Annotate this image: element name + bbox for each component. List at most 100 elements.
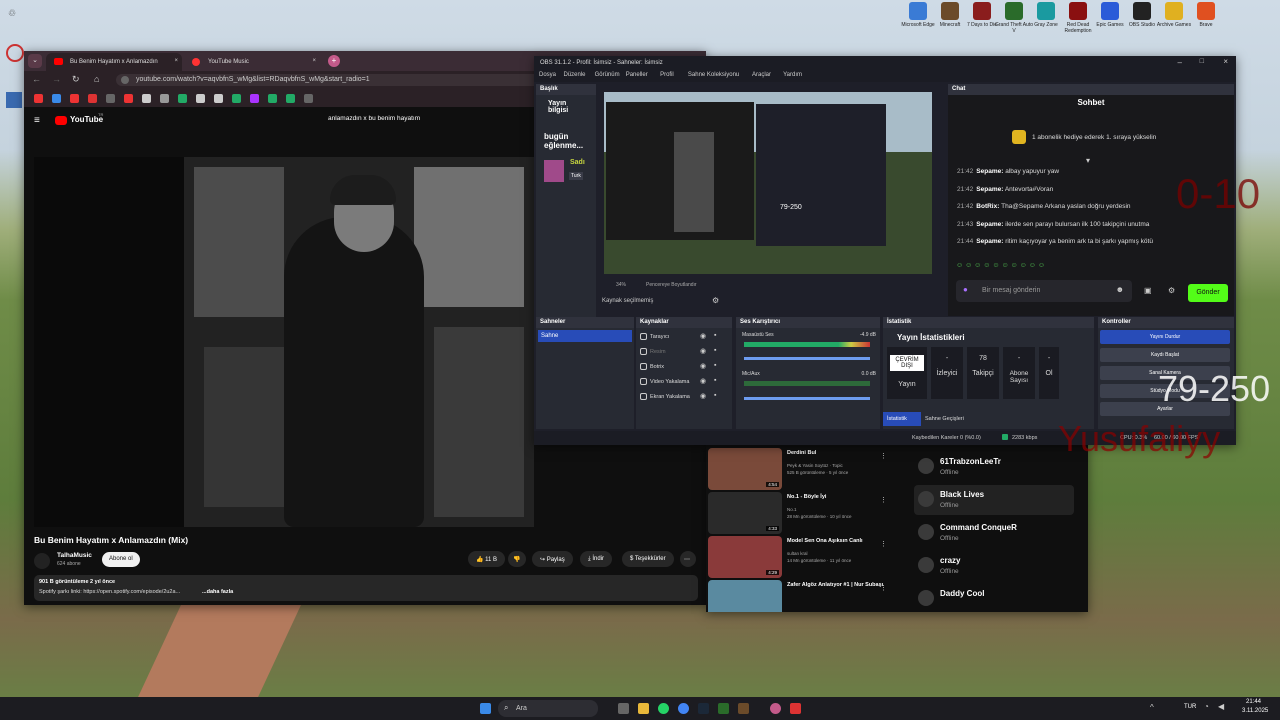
channel-name[interactable]: TalhaMusic bbox=[57, 552, 92, 559]
browser-icon[interactable] bbox=[770, 703, 781, 714]
more-icon[interactable]: ⋮ bbox=[880, 496, 887, 504]
subscribe-button[interactable]: Abone ol bbox=[102, 552, 140, 567]
eye-icon[interactable]: ◉ bbox=[700, 377, 706, 385]
more-icon[interactable]: ⋮ bbox=[880, 540, 887, 548]
bookmark-icon[interactable] bbox=[142, 94, 151, 103]
video-thumbnail[interactable]: 4:29 bbox=[708, 536, 782, 578]
start-icon[interactable] bbox=[480, 703, 491, 714]
eye-icon[interactable]: ◉ bbox=[700, 332, 706, 340]
youtube-logo-icon[interactable] bbox=[55, 116, 67, 125]
wifi-icon[interactable]: ◔ bbox=[1204, 702, 1209, 711]
bookmark-icon[interactable] bbox=[34, 94, 43, 103]
download-button[interactable]: ⤓ İndir bbox=[580, 551, 612, 567]
task-view-icon[interactable] bbox=[618, 703, 629, 714]
chat-message[interactable]: 21:42 BotRix: Tha@Sepame Arkana yaslan do… bbox=[957, 203, 1131, 210]
show-more-link[interactable]: ...daha fazla bbox=[202, 589, 233, 595]
channel-avatar[interactable] bbox=[34, 553, 50, 569]
menu-item[interactable]: Görünüm bbox=[595, 72, 620, 78]
menu-item[interactable]: Profil bbox=[660, 72, 674, 78]
microphone-icon[interactable]: ● bbox=[963, 285, 968, 294]
bookmark-icon[interactable] bbox=[70, 94, 79, 103]
scene-item[interactable]: Sahne bbox=[538, 330, 632, 342]
bookmark-icon[interactable] bbox=[268, 94, 277, 103]
bookmark-icon[interactable] bbox=[250, 94, 259, 103]
message-author[interactable]: Sepame: bbox=[976, 186, 1003, 193]
thanks-button[interactable]: $ Teşekkürler bbox=[622, 551, 674, 567]
video-title[interactable]: Model Sen Ona Aşıksın Canlı bbox=[787, 538, 887, 544]
bookmark-icon[interactable] bbox=[232, 94, 241, 103]
recycle-bin-icon[interactable]: ♲ bbox=[8, 8, 20, 20]
tab-youtube[interactable]: Bu Benim Hayatım x Anlamazdın × bbox=[46, 53, 182, 71]
lock-icon[interactable]: ▪ bbox=[714, 362, 716, 369]
bookmark-icon[interactable] bbox=[124, 94, 133, 103]
bookmark-icon[interactable] bbox=[214, 94, 223, 103]
bookmark-icon[interactable] bbox=[304, 94, 313, 103]
maximize-icon[interactable]: □ bbox=[1200, 58, 1204, 65]
menu-item[interactable]: Araçlar bbox=[752, 72, 771, 78]
bookmark-icon[interactable] bbox=[52, 94, 61, 103]
menu-item[interactable]: Yardım bbox=[783, 72, 802, 78]
gift-banner[interactable]: 1 abonelik hediye ederek 1. sıraya yükse… bbox=[1032, 134, 1156, 141]
bookmark-icon[interactable] bbox=[88, 94, 97, 103]
bookmark-icon[interactable] bbox=[196, 94, 205, 103]
bookmark-icon[interactable] bbox=[160, 94, 169, 103]
tab-stats[interactable]: İstatistik bbox=[883, 412, 921, 426]
chat-message[interactable]: 21:43 Sepame: ilerde sen parayı bulursan … bbox=[957, 221, 1149, 228]
eye-icon[interactable]: ◉ bbox=[700, 362, 706, 370]
volume-icon[interactable]: ◀ bbox=[1218, 702, 1224, 711]
minimize-icon[interactable]: – bbox=[1178, 58, 1182, 67]
video-title[interactable]: No.1 - Böyle İyi bbox=[787, 494, 887, 500]
more-icon[interactable]: ⋮ bbox=[880, 584, 887, 592]
file-explorer-icon[interactable] bbox=[638, 703, 649, 714]
game-icon[interactable] bbox=[718, 703, 729, 714]
eye-icon[interactable]: ◉ bbox=[700, 392, 706, 400]
pin-icon[interactable]: ▾ bbox=[1086, 156, 1090, 165]
suggested-video[interactable]: Zafer Algöz Anlatıyor #1 | Nur Subaşı ⋮ bbox=[708, 580, 908, 612]
lock-icon[interactable]: ▪ bbox=[714, 392, 716, 399]
app-icon[interactable] bbox=[790, 703, 801, 714]
chat-message[interactable]: 21:44 Sepame: ritim kaçıyoyar ya benim ar… bbox=[957, 238, 1153, 245]
friend-item[interactable]: 61TrabzonLeeTr Offline bbox=[914, 452, 1074, 482]
send-button[interactable]: Gönder bbox=[1188, 284, 1228, 302]
like-button[interactable]: 👍 11 B bbox=[468, 551, 506, 567]
steam-icon[interactable] bbox=[698, 703, 709, 714]
eye-icon[interactable]: ◉ bbox=[700, 347, 706, 355]
site-info-icon[interactable] bbox=[121, 76, 129, 84]
share-button[interactable]: ↪ Paylaş bbox=[532, 551, 573, 567]
control-button[interactable]: Kaydı Başlat bbox=[1100, 348, 1230, 362]
more-icon[interactable]: ⋯ bbox=[680, 551, 696, 567]
menu-icon[interactable]: ≡ bbox=[34, 115, 40, 126]
source-item[interactable]: Video Yakalama ◉ ▪ bbox=[638, 376, 730, 389]
home-icon[interactable]: ⌂ bbox=[94, 74, 99, 84]
clock-time[interactable]: 21:44 bbox=[1246, 699, 1261, 705]
video-title[interactable]: Zafer Algöz Anlatıyor #1 | Nur Subaşı bbox=[787, 582, 887, 588]
friend-item[interactable]: Daddy Cool bbox=[914, 584, 1074, 612]
gift-icon[interactable]: ▣ bbox=[1144, 286, 1152, 295]
tab-youtube-music[interactable]: YouTube Music × bbox=[184, 53, 320, 71]
source-item[interactable]: Ekran Yakalama ◉ ▪ bbox=[638, 391, 730, 404]
suggested-video[interactable]: 4:54 Derdini Bul Peyk & Yasin Soytüz · Top… bbox=[708, 448, 908, 490]
chat-input[interactable]: ● Bir mesaj gönderin ☻ bbox=[956, 280, 1132, 302]
menu-item[interactable]: Sahne Koleksiyonu bbox=[688, 72, 739, 78]
description-box[interactable]: 901 B görüntüleme 2 yıl önce Spotify şar… bbox=[34, 575, 698, 601]
close-icon[interactable]: × bbox=[174, 58, 178, 64]
forward-icon[interactable]: → bbox=[52, 74, 61, 84]
whatsapp-icon[interactable] bbox=[658, 703, 669, 714]
clock-date[interactable]: 3.11.2025 bbox=[1242, 708, 1268, 714]
emote-row[interactable]: ☺ ☺ ☺ ☺ ☺ ☺ ☺ ☺ ☺ ☺ bbox=[956, 262, 1076, 272]
microsoft-store-icon[interactable] bbox=[6, 92, 22, 108]
source-item[interactable]: Tarayıcı ◉ ▪ bbox=[638, 331, 730, 344]
video-thumbnail[interactable]: 4:54 bbox=[708, 448, 782, 490]
menu-item[interactable]: Dosya bbox=[539, 72, 556, 78]
video-thumbnail[interactable]: 4:33 bbox=[708, 492, 782, 534]
friend-item[interactable]: Black Lives Offline bbox=[914, 485, 1074, 515]
suggested-video[interactable]: 4:33 No.1 - Böyle İyi No.1 28 Mn görüntüle… bbox=[708, 492, 908, 534]
bookmark-icon[interactable] bbox=[286, 94, 295, 103]
close-icon[interactable]: × bbox=[312, 58, 316, 64]
new-tab-button[interactable]: + bbox=[328, 55, 340, 67]
desktop-icon[interactable]: Brave bbox=[1186, 2, 1226, 28]
dislike-button[interactable]: 👎 bbox=[508, 551, 526, 567]
back-icon[interactable]: ← bbox=[32, 74, 41, 84]
chat-message[interactable]: 21:42 Sepame: Antevorta#Voran bbox=[957, 186, 1053, 193]
menu-item[interactable]: Paneller bbox=[626, 72, 648, 78]
